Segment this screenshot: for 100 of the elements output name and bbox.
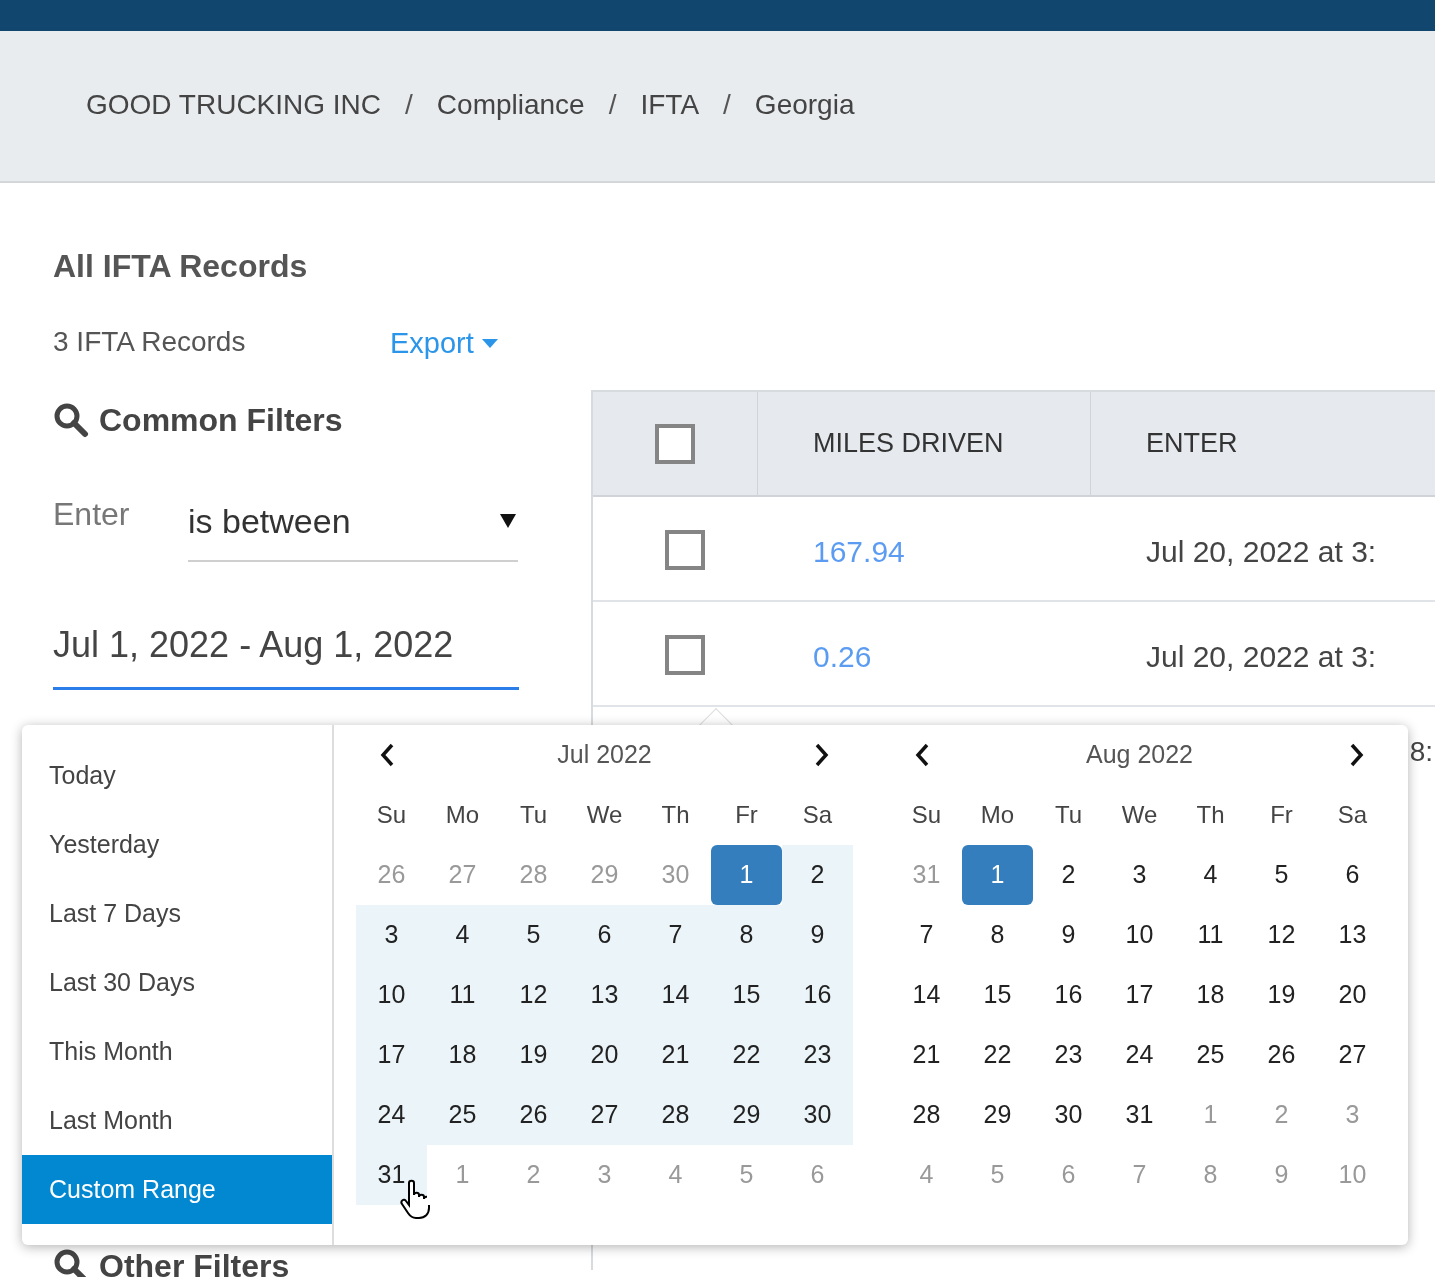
calendar-day[interactable]: 23 (1033, 1025, 1104, 1085)
search-icon (53, 402, 89, 438)
calendar-day[interactable]: 29 (962, 1085, 1033, 1145)
calendar-day[interactable]: 6 (1317, 845, 1388, 905)
calendar-day[interactable]: 4 (427, 905, 498, 965)
date-range-field[interactable]: Jul 1, 2022 - Aug 1, 2022 (53, 602, 519, 690)
calendar-day[interactable]: 11 (427, 965, 498, 1025)
calendar-day[interactable]: 24 (356, 1085, 427, 1145)
table-cell-text: Jul 20, 2022 at 3: (1146, 534, 1377, 570)
calendar-day[interactable]: 23 (782, 1025, 853, 1085)
chevron-right-icon[interactable] (813, 742, 831, 768)
breadcrumb-link[interactable]: Compliance (436, 84, 585, 126)
caret-down-icon (500, 514, 516, 528)
calendar-day[interactable]: 20 (1317, 965, 1388, 1025)
calendar-day[interactable]: 25 (1175, 1025, 1246, 1085)
range-option[interactable]: Today (22, 741, 332, 810)
chevron-left-icon[interactable] (378, 742, 396, 768)
calendar-day[interactable]: 4 (1175, 845, 1246, 905)
column-header[interactable]: MILES DRIVEN (758, 392, 1091, 495)
calendar-day[interactable]: 31 (356, 1145, 427, 1205)
calendar-day[interactable]: 10 (356, 965, 427, 1025)
calendar-day[interactable]: 3 (1104, 845, 1175, 905)
chevron-left-icon[interactable] (913, 742, 931, 768)
range-option[interactable]: Last 7 Days (22, 879, 332, 948)
calendar-day[interactable]: 14 (640, 965, 711, 1025)
calendar-day[interactable]: 8 (962, 905, 1033, 965)
calendar-day[interactable]: 16 (1033, 965, 1104, 1025)
weekday-label: Th (1195, 800, 1226, 830)
weekday-label: Mo (444, 800, 481, 830)
month-title: Aug 2022 (1085, 739, 1193, 771)
calendar-day[interactable]: 6 (569, 905, 640, 965)
calendar-day[interactable]: 20 (569, 1025, 640, 1085)
calendar-day[interactable]: 17 (356, 1025, 427, 1085)
calendar-day[interactable]: 9 (782, 905, 853, 965)
weekday-label: Sa (1336, 800, 1369, 830)
calendar-day[interactable]: 5 (498, 905, 569, 965)
calendar-day[interactable]: 21 (891, 1025, 962, 1085)
chevron-right-icon[interactable] (1348, 742, 1366, 768)
calendar-day[interactable]: 28 (640, 1085, 711, 1145)
calendar-day[interactable]: 5 (1246, 845, 1317, 905)
calendar-day[interactable]: 29 (711, 1085, 782, 1145)
calendar-day[interactable]: 26 (498, 1085, 569, 1145)
checkbox[interactable] (664, 529, 705, 570)
record-count: 3 IFTA Records (53, 325, 247, 359)
calendar-day[interactable]: 18 (1175, 965, 1246, 1025)
operator-select[interactable]: is between (188, 482, 518, 562)
calendar-day[interactable]: 15 (962, 965, 1033, 1025)
checkbox[interactable] (664, 634, 705, 675)
calendar-day[interactable]: 19 (1246, 965, 1317, 1025)
column-header[interactable]: ENTER (1091, 392, 1435, 495)
calendar-day[interactable]: 27 (569, 1085, 640, 1145)
calendar-day[interactable]: 3 (356, 905, 427, 965)
calendar-day[interactable]: 27 (1317, 1025, 1388, 1085)
calendar-day[interactable]: 14 (891, 965, 962, 1025)
calendar-day[interactable]: 7 (640, 905, 711, 965)
calendar-day[interactable]: 2 (1033, 845, 1104, 905)
calendar-day[interactable]: 9 (1033, 905, 1104, 965)
calendar-day[interactable]: 19 (498, 1025, 569, 1085)
calendar-day[interactable]: 30 (782, 1085, 853, 1145)
range-option[interactable]: Custom Range (22, 1155, 332, 1224)
checkbox[interactable] (655, 423, 695, 464)
weekday-label: Mo (979, 800, 1016, 830)
range-option[interactable]: Yesterday (22, 810, 332, 879)
breadcrumb-link[interactable]: Georgia (754, 84, 855, 126)
breadcrumb-link[interactable]: GOOD TRUCKING INC (86, 84, 382, 126)
weekday-label: Th (660, 800, 691, 830)
calendar-day[interactable]: 30 (1033, 1085, 1104, 1145)
calendar-day[interactable]: 31 (1104, 1085, 1175, 1145)
breadcrumb-link[interactable]: IFTA (640, 84, 700, 126)
calendar-day[interactable]: 12 (498, 965, 569, 1025)
calendar-day[interactable]: 22 (711, 1025, 782, 1085)
calendar-day[interactable]: 24 (1104, 1025, 1175, 1085)
table-cell-text: Jul 20, 2022 at 3: (1146, 639, 1377, 675)
calendar-day[interactable]: 1 (962, 845, 1033, 905)
calendar-day[interactable]: 1 (711, 845, 782, 905)
calendar-day[interactable]: 13 (569, 965, 640, 1025)
calendar-day[interactable]: 18 (427, 1025, 498, 1085)
calendar-day[interactable]: 15 (711, 965, 782, 1025)
calendar-day[interactable]: 21 (640, 1025, 711, 1085)
range-option[interactable]: Last 30 Days (22, 948, 332, 1017)
calendar-day[interactable]: 28 (891, 1085, 962, 1145)
range-option[interactable]: This Month (22, 1017, 332, 1086)
breadcrumb-separator: / (723, 88, 731, 122)
calendar-day[interactable]: 7 (891, 905, 962, 965)
calendar-day[interactable]: 8 (711, 905, 782, 965)
caret-down-icon (481, 339, 498, 349)
calendar-day[interactable]: 11 (1175, 905, 1246, 965)
calendar-day[interactable]: 22 (962, 1025, 1033, 1085)
calendar-day[interactable]: 17 (1104, 965, 1175, 1025)
calendar-day[interactable]: 16 (782, 965, 853, 1025)
weekday-label: Su (910, 800, 943, 830)
weekday-label: Su (375, 800, 408, 830)
calendar-day[interactable]: 2 (782, 845, 853, 905)
weekday-label: Fr (1269, 800, 1294, 830)
calendar-day[interactable]: 25 (427, 1085, 498, 1145)
calendar-day[interactable]: 26 (1246, 1025, 1317, 1085)
calendar-day[interactable]: 13 (1317, 905, 1388, 965)
calendar-day[interactable]: 10 (1104, 905, 1175, 965)
range-option[interactable]: Last Month (22, 1086, 332, 1155)
calendar-day[interactable]: 12 (1246, 905, 1317, 965)
